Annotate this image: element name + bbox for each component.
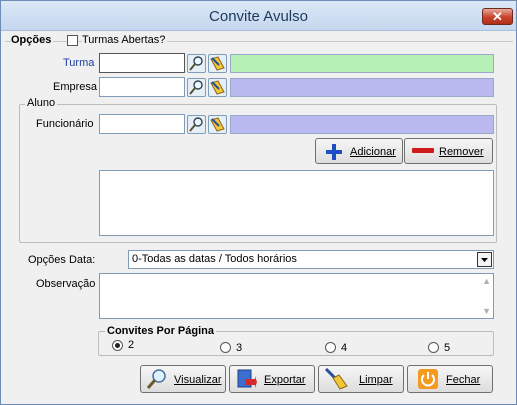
empresa-description [230, 78, 494, 97]
scroll-down-arrow[interactable]: ▼ [482, 306, 491, 316]
view-button[interactable]: Visualizar [140, 365, 226, 393]
scroll-up-arrow[interactable]: ▲ [482, 276, 491, 286]
power-icon [418, 369, 438, 389]
date-options-label: Opções Data: [28, 254, 96, 266]
options-group-label: Opções [11, 34, 54, 46]
magnifier-icon [146, 369, 166, 389]
plus-icon [326, 144, 342, 160]
open-classes-checkbox[interactable] [67, 35, 78, 46]
clear-button-label: Limpar [359, 374, 393, 386]
per-page-option-label: 5 [444, 342, 451, 354]
observacao-textarea[interactable]: ▲ ▼ [99, 273, 494, 319]
empresa-clear-button[interactable] [208, 78, 227, 97]
close-dialog-button[interactable]: Fechar [407, 365, 493, 393]
export-button-label: Exportar [264, 374, 306, 386]
turma-label: Turma [63, 57, 95, 69]
funcionario-input[interactable] [99, 114, 185, 134]
chevron-down-icon [481, 258, 488, 262]
aluno-group-label: Aluno [25, 97, 58, 109]
remove-button-label: Remover [439, 146, 484, 158]
per-page-radio-4[interactable] [325, 342, 336, 353]
funcionario-description [230, 115, 494, 134]
per-page-radio-3[interactable] [220, 342, 231, 353]
funcionario-clear-button[interactable] [208, 115, 227, 134]
turma-input[interactable] [99, 53, 185, 73]
per-page-option-label: 3 [236, 342, 243, 354]
export-icon [237, 369, 257, 388]
empresa-label: Empresa [53, 81, 98, 93]
search-icon [189, 80, 203, 95]
empresa-search-button[interactable] [187, 78, 206, 97]
broom-icon [210, 56, 225, 71]
close-dialog-button-label: Fechar [446, 374, 481, 386]
selected-students-list[interactable] [99, 170, 494, 236]
add-button[interactable]: Adicionar [315, 138, 403, 164]
remove-button[interactable]: Remover [404, 138, 493, 164]
observacao-label: Observação [36, 278, 96, 290]
open-classes-label: Turmas Abertas? [82, 34, 168, 46]
empresa-input[interactable] [99, 77, 185, 97]
per-page-radio-2[interactable] [112, 340, 123, 351]
per-page-option-label: 2 [128, 339, 135, 351]
turma-clear-button[interactable] [208, 54, 227, 73]
broom-icon [210, 117, 225, 132]
search-icon [189, 117, 203, 132]
date-options-selected: 0-Todas as datas / Todos horários [132, 253, 297, 265]
add-button-label: Adicionar [350, 146, 396, 158]
turma-description [230, 54, 494, 73]
broom-icon [324, 368, 348, 390]
per-page-group-label: Convites Por Página [105, 325, 216, 337]
broom-icon [210, 80, 225, 95]
search-icon [189, 56, 203, 71]
export-button[interactable]: Exportar [229, 365, 315, 393]
per-page-option-label: 4 [341, 342, 348, 354]
minus-icon [412, 148, 434, 153]
per-page-radio-5[interactable] [428, 342, 439, 353]
dialog-window: Convite Avulso ✕ Opções Turmas Abertas? … [0, 0, 517, 405]
close-button[interactable]: ✕ [482, 8, 513, 25]
funcionario-search-button[interactable] [187, 115, 206, 134]
dropdown-button[interactable] [477, 252, 492, 267]
window-title: Convite Avulso [209, 8, 308, 25]
turma-search-button[interactable] [187, 54, 206, 73]
clear-button[interactable]: Limpar [318, 365, 404, 393]
title-bar: Convite Avulso ✕ [1, 1, 516, 31]
view-button-label: Visualizar [174, 374, 222, 386]
date-options-select[interactable]: 0-Todas as datas / Todos horários [128, 250, 494, 269]
funcionario-label: Funcionário [36, 118, 94, 130]
